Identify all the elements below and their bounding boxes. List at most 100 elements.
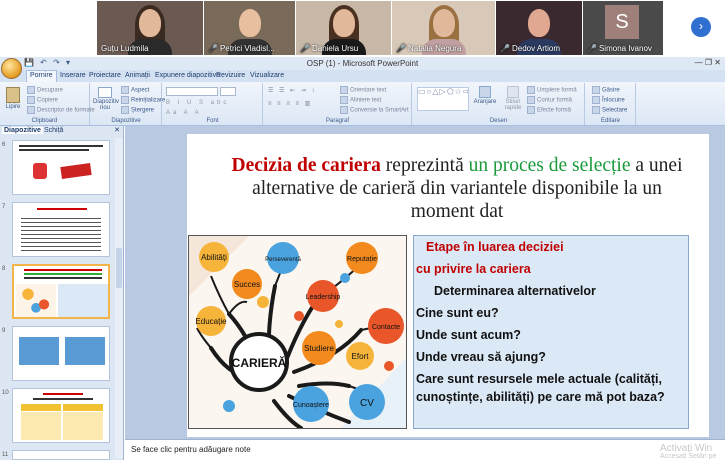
copy-button[interactable]: Copiere <box>27 96 58 104</box>
format-painter-button[interactable]: Descriptor de formate <box>27 106 95 114</box>
shape-outline-button[interactable]: Contur formă <box>527 96 572 104</box>
tab-vizualizare[interactable]: Vizualizare <box>247 71 287 80</box>
replace-button[interactable]: Înlocuire <box>592 96 625 104</box>
group-label: Editare <box>600 118 620 124</box>
participant-tile[interactable]: 🎤 Dedov Artiom <box>496 1 582 55</box>
mindmap-node: Reputație <box>347 256 377 263</box>
muted-mic-icon: 🎤 <box>396 44 406 53</box>
participant-name: Petrici Vladisl... <box>219 44 275 53</box>
participant-name: Daniela Ursu <box>311 44 359 53</box>
tab-revizuire[interactable]: Revizuire <box>213 71 248 80</box>
participant-name: Natalia Negura <box>407 44 462 53</box>
font-family-select[interactable] <box>166 87 218 96</box>
list-buttons[interactable]: ☰ ☰ ⇤ ⇥ ↕ <box>268 87 316 94</box>
slide-thumbnail[interactable] <box>12 388 110 443</box>
slide-thumbnail[interactable] <box>12 202 110 257</box>
delete-slide-button[interactable]: Ștergere <box>121 106 154 114</box>
mindmap-node: Studiere <box>304 344 334 353</box>
slide-title[interactable]: Decizia de cariera reprezintă un proces … <box>227 154 687 223</box>
participant-tile[interactable]: 🎤 Natalia Negura <box>392 1 495 55</box>
window-controls[interactable]: — ❐ ✕ <box>695 58 721 67</box>
text-direction-button[interactable]: Orientare text <box>340 86 386 94</box>
group-slides: Diapozitiv nou Aspect Reinițializare Ște… <box>91 83 165 125</box>
participant-tile[interactable]: 🎤 Daniela Ursu <box>296 1 391 55</box>
quick-styles-button[interactable]: Stiluri rapide <box>501 86 525 111</box>
slide-thumbnail[interactable] <box>12 140 110 195</box>
mindmap-center: CARIERĂ <box>232 355 287 370</box>
close-icon[interactable]: ✕ <box>114 126 120 134</box>
current-slide[interactable]: Decizia de cariera reprezintă un proces … <box>187 134 709 437</box>
career-mindmap-image[interactable]: Abilități Succes Educație Perseverență R… <box>188 235 407 429</box>
align-buttons[interactable]: ≡ ≡ ≡ ≡ ▥ <box>268 100 312 107</box>
slide-number: 9 <box>2 328 6 334</box>
tab-animatii[interactable]: Animații <box>122 71 153 80</box>
font-color-buttons[interactable]: Aa A A <box>166 110 202 116</box>
select-button[interactable]: Selectare <box>592 106 627 114</box>
participant-tile[interactable]: S 🎤 Simona Ivanov <box>583 1 663 55</box>
slide-thumbnail-selected[interactable] <box>12 264 110 319</box>
brush-icon <box>27 106 35 114</box>
font-size-select[interactable] <box>220 87 236 96</box>
tab-proiectare[interactable]: Proiectare <box>86 71 124 80</box>
align-text-button[interactable]: Aliniere text <box>340 96 381 104</box>
group-label: Desen <box>489 118 508 124</box>
group-clipboard: Lipire Decupare Copiere Descriptor de fo… <box>0 83 95 125</box>
copy-icon <box>27 96 35 104</box>
tab-slides[interactable]: Diapozitive <box>2 127 43 134</box>
tab-inserare[interactable]: Inserare <box>57 71 89 80</box>
window-title: OSP (1) - Microsoft PowerPoint <box>306 59 419 68</box>
mindmap-node: Educație <box>195 317 227 326</box>
textbox-line: Care sunt resursele mele actuale (calită… <box>416 372 662 386</box>
shape-fill-button[interactable]: Umplere formă <box>527 86 577 94</box>
mindmap-node: Leadership <box>306 294 341 301</box>
smartart-button[interactable]: Conversie la SmartArt <box>340 106 409 114</box>
office-button[interactable] <box>1 58 22 79</box>
notes-placeholder[interactable]: Se face clic pentru adăugare note <box>131 445 251 454</box>
participant-tile[interactable]: Guțu Ludmila <box>97 1 203 55</box>
scrollbar-thumb[interactable] <box>116 248 122 288</box>
align-text-icon <box>340 96 348 104</box>
cut-button[interactable]: Decupare <box>27 86 63 94</box>
new-slide-button[interactable]: Diapozitiv nou <box>93 87 119 111</box>
thumbnail-scrollbar[interactable] <box>115 138 123 458</box>
muted-mic-icon: 🎤 <box>500 44 510 53</box>
ribbon: Lipire Decupare Copiere Descriptor de fo… <box>0 82 725 126</box>
find-button[interactable]: Găsire <box>592 86 620 94</box>
arrange-button[interactable]: Aranjare <box>473 86 497 105</box>
slide-number: 6 <box>2 142 6 148</box>
tab-pornire[interactable]: Pornire <box>26 70 57 82</box>
panel-tabs: Diapozitive Schiță ✕ <box>0 126 124 137</box>
layout-icon <box>121 86 129 94</box>
font-format-buttons[interactable]: B I U S abc <box>166 100 229 106</box>
slide-number: 7 <box>2 204 6 210</box>
reset-icon <box>121 96 129 104</box>
steps-textbox[interactable]: Etape în luarea deciziei cu privire la c… <box>413 235 689 429</box>
group-editing: Găsire Înlocuire Selectare Editare <box>586 83 636 125</box>
shapes-gallery[interactable]: ▭○△▷⬠☆⇨⇦▭○△◇⌒⟍ <box>417 87 469 111</box>
muted-mic-icon: 🎤 <box>587 44 597 53</box>
reset-button[interactable]: Reinițializare <box>121 96 165 104</box>
participant-tile[interactable]: 🎤 Petrici Vladisl... <box>204 1 295 55</box>
textbox-heading: Etape în luarea deciziei <box>426 240 564 254</box>
tab-outline[interactable]: Schiță <box>42 127 65 134</box>
slide-thumbnail[interactable] <box>12 450 110 460</box>
smartart-icon <box>340 106 348 114</box>
binoculars-icon <box>592 86 600 94</box>
avatar: S <box>605 5 639 39</box>
mindmap-node: Contacte <box>372 324 400 331</box>
slide-thumbnail[interactable] <box>12 326 110 381</box>
slide-number: 11 <box>2 452 9 458</box>
cursor-icon <box>592 106 600 114</box>
muted-mic-icon: 🎤 <box>208 44 218 53</box>
ribbon-tabs: Pornire Inserare Proiectare Animații Exp… <box>0 70 725 82</box>
layout-button[interactable]: Aspect <box>121 86 149 94</box>
title-bar: 💾 ↶ ↷ ▾ OSP (1) - Microsoft PowerPoint —… <box>0 57 725 70</box>
shape-effects-button[interactable]: Efecte formă <box>527 106 571 114</box>
notes-pane[interactable]: Se face clic pentru adăugare note Activa… <box>125 439 725 460</box>
group-label: Paragraf <box>325 118 349 124</box>
paste-button[interactable]: Lipire <box>4 87 22 110</box>
participant-name: Guțu Ludmila <box>101 44 149 53</box>
group-paragraph: ☰ ☰ ⇤ ⇥ ↕ ≡ ≡ ≡ ≡ ▥ Orientare text Alini… <box>264 83 412 125</box>
group-label: Clipboard <box>31 118 58 124</box>
next-participants-button[interactable]: › <box>691 17 711 37</box>
